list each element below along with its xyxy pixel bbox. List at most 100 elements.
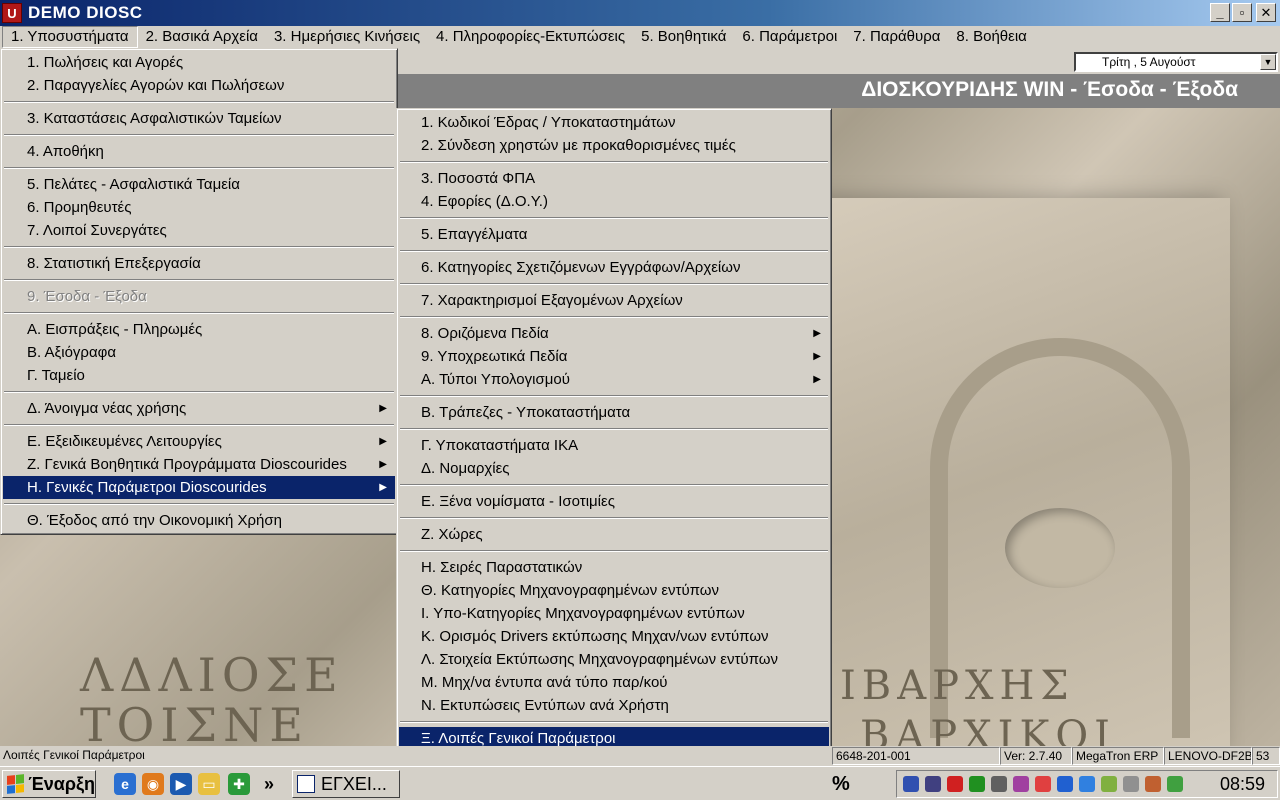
menu-item-label: Γ. Υποκαταστήματα ΙΚΑ — [421, 437, 579, 454]
subsystems-menu-item[interactable]: Α. Εισπράξεις - Πληρωμές — [3, 318, 395, 341]
clock[interactable]: 08:59 — [1220, 774, 1265, 795]
network-icon[interactable] — [1101, 776, 1117, 792]
chevron-down-icon[interactable]: ▼ — [1260, 54, 1276, 70]
tray-icon[interactable] — [1079, 776, 1095, 792]
date-text: Τρίτη , 5 Αυγούστ — [1102, 55, 1196, 69]
parameters-menu-item[interactable]: 2. Σύνδεση χρηστών με προκαθορισμένες τι… — [399, 134, 829, 157]
parameters-menu-item[interactable]: Μ. Μηχ/να έντυπα ανά τύπο παρ/κού — [399, 671, 829, 694]
status-machine: LENOVO-DF2B — [1164, 747, 1252, 765]
menubar-item[interactable]: 6. Παράμετροι — [734, 26, 845, 48]
parameters-menu-item[interactable]: 8. Οριζόμενα Πεδία ▶ — [399, 322, 829, 345]
parameters-menu-item[interactable]: Ν. Εκτυπώσεις Εντύπων ανά Χρήστη — [399, 694, 829, 717]
app-icon[interactable]: U — [2, 3, 22, 23]
subsystems-menu-item[interactable]: Ζ. Γενικά Βοηθητικά Προγράμματα Dioscour… — [3, 453, 395, 476]
parameters-menu-item[interactable]: 4. Εφορίες (Δ.Ο.Υ.) — [399, 190, 829, 213]
submenu-arrow-icon: ▶ — [379, 403, 387, 414]
quicklaunch-overflow-icon[interactable]: » — [258, 773, 280, 795]
menubar-item[interactable]: 5. Βοηθητικά — [633, 26, 734, 48]
parameters-menu-item[interactable]: Ζ. Χώρες — [399, 523, 829, 546]
tray-icon[interactable] — [991, 776, 1007, 792]
parameters-menu-item[interactable]: Β. Τράπεζες - Υποκαταστήματα — [399, 401, 829, 424]
start-button[interactable]: Έναρξη — [2, 770, 96, 798]
parameters-menu-item[interactable]: Γ. Υποκαταστήματα ΙΚΑ — [399, 434, 829, 457]
subsystems-menu-item[interactable]: Θ. Έξοδος από την Οικονομική Χρήση — [3, 509, 395, 532]
status-code: 6648-201-001 — [832, 747, 1000, 765]
subsystems-menu-item[interactable]: 3. Καταστάσεις Ασφαλιστικών Ταμείων — [3, 107, 395, 130]
subsystems-menu-item[interactable]: 1. Πωλήσεις και Αγορές — [3, 51, 395, 74]
subsystems-menu-item[interactable]: Η. Γενικές Παράμετροι Dioscourides ▶ — [3, 476, 395, 499]
subsystems-menu-item[interactable]: 2. Παραγγελίες Αγορών και Πωλήσεων — [3, 74, 395, 97]
subsystems-menu-item[interactable]: 5. Πελάτες - Ασφαλιστικά Ταμεία — [3, 173, 395, 196]
menu-item-label: 7. Λοιποί Συνεργάτες — [27, 222, 167, 239]
parameters-menu-item[interactable]: 9. Υποχρεωτικά Πεδία ▶ — [399, 345, 829, 368]
parameters-menu-item[interactable]: 3. Ποσοστά ΦΠΑ — [399, 167, 829, 190]
menubar-item[interactable]: 3. Ημερήσιες Κινήσεις — [266, 26, 428, 48]
menu-item-label: Κ. Ορισμός Drivers εκτύπωσης Μηχαν/νων ε… — [421, 628, 769, 645]
menu-separator — [399, 391, 829, 401]
menu-item-label: Θ. Έξοδος από την Οικονομική Χρήση — [27, 512, 282, 529]
menubar-item[interactable]: 4. Πληροφορίες-Εκτυπώσεις — [428, 26, 633, 48]
menu-item-label: 2. Σύνδεση χρηστών με προκαθορισμένες τι… — [421, 137, 736, 154]
menubar-item[interactable]: 7. Παράθυρα — [845, 26, 948, 48]
menu-item-label: 4. Εφορίες (Δ.Ο.Υ.) — [421, 193, 548, 210]
menu-item-label: Θ. Κατηγορίες Μηχανογραφημένων εντύπων — [421, 582, 720, 599]
tray-icon[interactable] — [1013, 776, 1029, 792]
taskbar-window-button[interactable]: ΕΓΧΕΙ... — [292, 770, 400, 798]
status-bar: Λοιπές Γενικοί Παράμετροι 6648-201-001 V… — [0, 746, 1280, 766]
parameters-menu-item[interactable]: 7. Χαρακτηρισμοί Εξαγομένων Αρχείων — [399, 289, 829, 312]
menu-separator — [399, 312, 829, 322]
media-player-icon[interactable]: ▶ — [170, 773, 192, 795]
internet-explorer-icon[interactable]: e — [114, 773, 136, 795]
start-label: Έναρξη — [28, 773, 95, 794]
title-bar[interactable]: U DEMO DIOSC _ ▫ ✕ — [0, 0, 1280, 26]
subsystems-menu-item[interactable]: Ε. Εξειδικευμένες Λειτουργίες ▶ — [3, 430, 395, 453]
subsystems-menu-item[interactable]: Γ. Ταμείο — [3, 364, 395, 387]
subsystems-menu-item[interactable]: Δ. Άνοιγμα νέας χρήσης ▶ — [3, 397, 395, 420]
minimize-button[interactable]: _ — [1210, 3, 1230, 22]
menu-item-label: Ζ. Γενικά Βοηθητικά Προγράμματα Dioscour… — [27, 456, 347, 473]
parameters-menu-item[interactable]: Λ. Στοιχεία Εκτύπωσης Μηχανογραφημένων ε… — [399, 648, 829, 671]
subsystems-menu-item[interactable]: 8. Στατιστική Επεξεργασία — [3, 252, 395, 275]
subsystems-menu-item[interactable]: 7. Λοιποί Συνεργάτες — [3, 219, 395, 242]
parameters-menu-item[interactable]: 5. Επαγγέλματα — [399, 223, 829, 246]
menubar-item[interactable]: 2. Βασικά Αρχεία — [138, 26, 266, 48]
parameters-menu-item[interactable]: 1. Κωδικοί Έδρας / Υποκαταστημάτων — [399, 111, 829, 134]
parameters-menu-item[interactable]: 6. Κατηγορίες Σχετιζόμενων Εγγράφων/Αρχε… — [399, 256, 829, 279]
tray-icon[interactable] — [903, 776, 919, 792]
date-picker[interactable]: Τρίτη , 5 Αυγούστ ▼ — [1074, 52, 1278, 72]
menu-item-label: 6. Κατηγορίες Σχετιζόμενων Εγγράφων/Αρχε… — [421, 259, 741, 276]
menubar-item[interactable]: 8. Βοήθεια — [948, 26, 1034, 48]
parameters-menu-item[interactable]: Η. Σειρές Παραστατικών — [399, 556, 829, 579]
parameters-menu-item[interactable]: Ι. Υπο-Κατηγορίες Μηχανογραφημένων εντύπ… — [399, 602, 829, 625]
tray-icon[interactable] — [1035, 776, 1051, 792]
close-button[interactable]: ✕ — [1256, 3, 1276, 22]
inscription-line: ΛΔΛΙΟΣΕ — [80, 648, 344, 702]
subsystems-menu-item[interactable]: 6. Προμηθευτές — [3, 196, 395, 219]
firefox-icon[interactable]: ◉ — [142, 773, 164, 795]
tray-icon[interactable] — [1123, 776, 1139, 792]
maximize-button[interactable]: ▫ — [1232, 3, 1252, 22]
parameters-menu-item[interactable]: Α. Τύποι Υπολογισμού ▶ — [399, 368, 829, 391]
tray-icon[interactable] — [947, 776, 963, 792]
parameters-menu-item[interactable]: Ε. Ξένα νομίσματα - Ισοτιμίες — [399, 490, 829, 513]
subsystems-menu-item[interactable]: 4. Αποθήκη — [3, 140, 395, 163]
tray-icon[interactable] — [1167, 776, 1183, 792]
app-shortcut-icon[interactable]: ✚ — [228, 773, 250, 795]
menu-bar: 1. Υποσυστήματα 2. Βασικά Αρχεία 3. Ημερήσ… — [0, 26, 1280, 48]
parameters-menu-item[interactable]: Κ. Ορισμός Drivers εκτύπωσης Μηχαν/νων ε… — [399, 625, 829, 648]
subsystems-menu-item[interactable]: Β. Αξιόγραφα — [3, 341, 395, 364]
menu-separator — [3, 242, 395, 252]
bluetooth-icon[interactable] — [1057, 776, 1073, 792]
menu-item-label: 4. Αποθήκη — [27, 143, 104, 160]
menu-item-label: Μ. Μηχ/να έντυπα ανά τύπο παρ/κού — [421, 674, 668, 691]
parameters-menu-item[interactable]: Θ. Κατηγορίες Μηχανογραφημένων εντύπων — [399, 579, 829, 602]
tray-icon[interactable] — [925, 776, 941, 792]
menu-item-label: Β. Τράπεζες - Υποκαταστήματα — [421, 404, 631, 421]
parameters-menu-item[interactable]: Δ. Νομαρχίες — [399, 457, 829, 480]
tray-icon[interactable] — [1145, 776, 1161, 792]
menu-item-label: 1. Κωδικοί Έδρας / Υποκαταστημάτων — [421, 114, 676, 131]
folder-icon[interactable]: ▭ — [198, 773, 220, 795]
tray-icon[interactable] — [969, 776, 985, 792]
menu-separator — [3, 499, 395, 509]
menubar-item[interactable]: 1. Υποσυστήματα — [2, 26, 138, 48]
